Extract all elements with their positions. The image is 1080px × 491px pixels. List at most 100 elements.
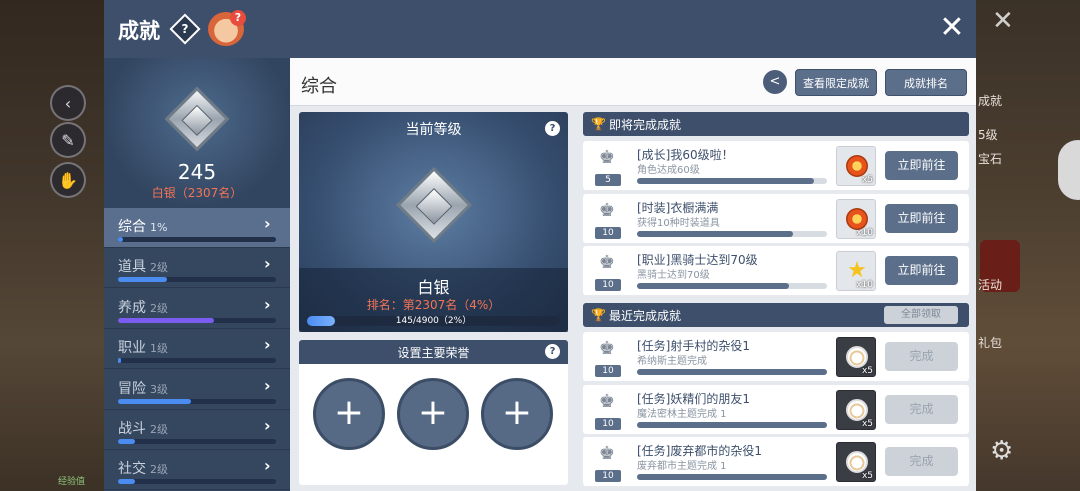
reward-slot[interactable]: x5 — [836, 146, 876, 186]
category-name: 战斗 2级 — [118, 418, 168, 438]
achievement-points: 10 — [595, 365, 621, 377]
sidebar-item-5[interactable]: 战斗 2级 › — [104, 410, 290, 450]
category-level: 2级 — [150, 261, 168, 275]
category-progress-bar — [118, 237, 276, 242]
bg-label-event: 活动 — [978, 278, 1003, 292]
sidebar-item-2[interactable]: 养成 2级 › — [104, 289, 290, 329]
achievement-desc: 希纳斯主题完成 — [637, 356, 707, 367]
achievement-panel: 成就 ? ? ✕ 245 白银（2307名） 综合 1% › 道具 2级 › 养成 2级 › 职业… — [104, 0, 976, 491]
reward-quantity: x5 — [861, 175, 873, 185]
help-glyph: ? — [181, 22, 189, 36]
go-now-button[interactable]: 立即前往 — [885, 256, 958, 285]
sidebar-item-6[interactable]: 社交 2级 › — [104, 450, 290, 491]
reward-quantity: x5 — [861, 418, 873, 429]
reward-slot[interactable]: x5 — [836, 389, 876, 430]
add-honor-slot-2[interactable]: + — [397, 378, 469, 450]
trophy-icon: ♚ — [598, 252, 616, 273]
category-level: 2级 — [150, 423, 168, 436]
upcoming-achievements-header: 🏆 即将完成成就 — [583, 112, 969, 136]
gold-star-icon: ★ — [847, 258, 867, 283]
chevron-right-icon: › — [264, 456, 271, 476]
achievement-row: ♚ 5 [成长]我60级啦！ 角色达成60级 x5 立即前往 — [583, 141, 969, 190]
silver-emblem-icon — [395, 166, 473, 244]
rank-summary: 245 白银（2307名） — [104, 58, 290, 208]
background-close-icon: ✕ — [992, 6, 1014, 36]
orange-gem-icon — [846, 155, 868, 177]
honor-help-icon[interactable]: ? — [545, 344, 560, 359]
achievement-points: 5 — [595, 174, 621, 186]
sidebar-item-3[interactable]: 职业 1级 › — [104, 329, 290, 370]
sidebar-item-4[interactable]: 冒险 3级 › — [104, 370, 290, 410]
main-content: 综合 < 查看限定成就 成就排名 当前等级 ? 白银 排名：第2307名（4%）… — [290, 58, 976, 491]
sidebar-item-0[interactable]: 综合 1% › — [104, 208, 290, 248]
achievement-progress-fill — [637, 230, 793, 237]
achievement-points: 10 — [595, 226, 621, 239]
achievement-progress-bar — [637, 178, 827, 184]
category-progress-fill — [118, 237, 123, 242]
category-progress-bar — [118, 317, 276, 323]
go-now-button[interactable]: 立即前往 — [885, 151, 958, 180]
category-name: 综合 1% — [118, 216, 167, 236]
category-progress-fill — [118, 317, 215, 323]
completed-button[interactable]: 完成 — [885, 394, 958, 424]
main-honor-card: 设置主要荣誉 ? + + + — [299, 340, 568, 485]
category-progress-fill — [118, 358, 122, 364]
close-button[interactable]: ✕ — [936, 12, 968, 44]
achievement-progress-bar — [637, 283, 827, 289]
achievement-progress-fill — [637, 369, 827, 375]
level-rank: 排名：第2307名（4%） — [366, 298, 501, 312]
limited-achievements-button[interactable]: 查看限定成就 — [795, 69, 877, 96]
side-drawer-handle — [1058, 140, 1080, 200]
category-label: 战斗 — [118, 421, 146, 437]
back-arrow-icon: ‹ — [50, 85, 86, 121]
reward-slot[interactable]: x10 — [836, 198, 876, 239]
help-icon[interactable]: ? — [169, 13, 201, 45]
sidebar-item-1[interactable]: 道具 2级 › — [104, 248, 290, 289]
pet-face-icon — [846, 346, 868, 368]
reward-slot[interactable]: ★ x10 — [836, 251, 876, 291]
handshake-icon: ✋ — [50, 162, 86, 198]
mascot-question-badge: ? — [230, 10, 246, 26]
achievement-desc: 黑骑士达到70级 — [637, 270, 710, 281]
category-level: 1% — [150, 221, 168, 234]
achievement-desc: 废弃都市主题完成 1 — [637, 461, 727, 472]
achievement-row: ♚ 10 [任务]妖精们的朋友1 魔法密林主题完成 1 x5 完成 — [583, 384, 969, 434]
add-honor-slot-3[interactable]: + — [481, 378, 553, 450]
achievement-progress-bar — [637, 230, 827, 237]
reward-slot[interactable]: x5 — [836, 337, 876, 377]
bg-label-gem: 宝石 — [978, 152, 1003, 166]
trophy-icon: ♚ — [598, 147, 616, 168]
category-label: 综合 — [118, 219, 146, 235]
achievement-points: 10 — [595, 470, 621, 482]
category-label: 社交 — [118, 461, 146, 478]
claim-all-button[interactable]: 全部领取 — [884, 306, 958, 324]
reward-quantity: x5 — [861, 366, 873, 376]
achievement-progress-bar — [637, 369, 827, 375]
level-info: 白银 排名：第2307名（4%） 145/4900（2%） — [299, 268, 568, 332]
honor-header: 设置主要荣誉 ? — [299, 340, 568, 364]
bg-label-level: 5级 — [978, 128, 998, 142]
honor-title: 设置主要荣誉 — [397, 346, 470, 360]
completed-button[interactable]: 完成 — [885, 342, 958, 371]
category-label: 养成 — [118, 299, 146, 316]
category-progress-bar — [118, 358, 276, 364]
share-icon[interactable]: < — [763, 70, 787, 94]
panel-title: 成就 — [118, 19, 160, 43]
category-name: 道具 2级 — [118, 256, 168, 276]
achievement-progress-bar — [637, 474, 827, 480]
completed-button[interactable]: 完成 — [885, 447, 958, 476]
trophy-icon: ♚ — [598, 443, 616, 464]
achievement-ranking-button[interactable]: 成就排名 — [885, 69, 967, 96]
reward-quantity: x10 — [856, 227, 873, 238]
level-help-icon[interactable]: ? — [545, 121, 560, 136]
trophy-icon: 🏆 — [591, 308, 606, 322]
level-progress-bar: 145/4900（2%） — [307, 316, 560, 326]
add-honor-slot-1[interactable]: + — [313, 378, 385, 450]
category-progress-bar — [118, 398, 276, 404]
trophy-icon: ♚ — [598, 390, 616, 412]
achievement-desc: 获得10种时装道具 — [637, 217, 720, 229]
level-card-title: 当前等级 — [405, 122, 462, 138]
reward-slot[interactable]: x5 — [836, 442, 876, 482]
go-now-button[interactable]: 立即前往 — [885, 203, 958, 233]
achievement-row: ♚ 10 [时装]衣橱满满 获得10种时装道具 x10 立即前往 — [583, 193, 969, 243]
